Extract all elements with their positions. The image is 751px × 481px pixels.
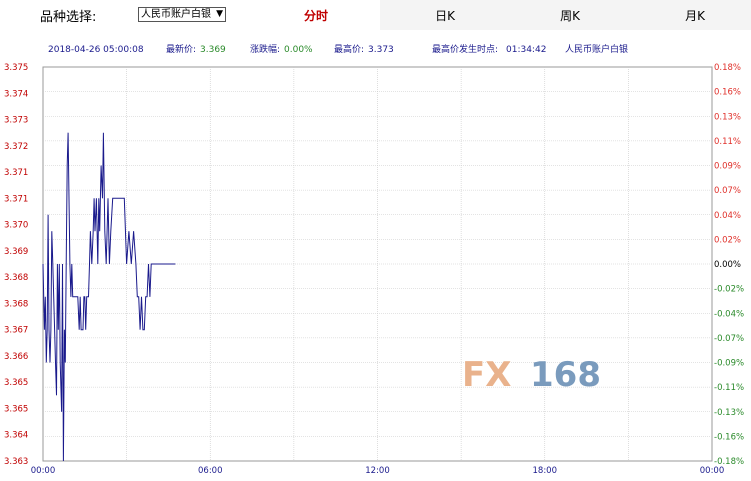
y-tick-left: 3.372 <box>4 142 28 152</box>
info-latest-label: 最新价: <box>166 43 196 55</box>
tab-monthly-k[interactable]: 月K <box>640 6 750 26</box>
y-tick-left: 3.374 <box>4 89 28 99</box>
info-latest-value: 3.369 <box>200 45 226 55</box>
top-bar: 品种选择: 人民币账户白银 ▼ 分时 日K 周K 月K <box>0 0 751 30</box>
y-tick-left: 3.364 <box>4 431 28 441</box>
watermark-num: 168 <box>530 355 601 395</box>
y-tick-left: 3.367 <box>4 326 28 336</box>
info-change-label: 涨跌幅: <box>250 43 280 55</box>
info-high-value: 3.373 <box>368 45 394 55</box>
intraday-chart: 2018-04-26 05:00:08 最新价: 3.369 涨跌幅: 0.00… <box>0 30 751 477</box>
x-tick: 00:00 <box>700 466 725 476</box>
info-high-label: 最高价: <box>334 43 364 55</box>
x-tick: 06:00 <box>198 466 223 476</box>
instrument-select-value: 人民币账户白银 <box>141 9 211 20</box>
y-tick-right: -0.07% <box>714 334 744 344</box>
tab-intraday[interactable]: 分时 <box>253 6 379 26</box>
chevron-down-icon: ▼ <box>216 9 223 19</box>
y-tick-right: 0.04% <box>714 211 741 221</box>
x-tick: 00:00 <box>31 466 56 476</box>
y-tick-right: 0.13% <box>714 112 741 122</box>
y-tick-right: 0.02% <box>714 235 741 245</box>
y-tick-left: 3.368 <box>4 299 28 309</box>
y-tick-right: 0.09% <box>714 162 741 172</box>
x-tick: 12:00 <box>365 466 390 476</box>
x-tick: 18:00 <box>533 466 558 476</box>
tab-daily-k[interactable]: 日K <box>390 6 500 26</box>
instrument-select[interactable]: 人民币账户白银 ▼ <box>138 7 226 22</box>
y-tick-right: 0.18% <box>714 63 741 73</box>
y-tick-right: -0.11% <box>714 383 744 393</box>
y-tick-left: 3.368 <box>4 273 28 283</box>
y-tick-right: -0.04% <box>714 309 744 319</box>
fx168-watermark: FX 168 <box>462 355 601 395</box>
y-tick-right: 0.16% <box>714 88 741 98</box>
y-tick-left: 3.369 <box>4 247 28 257</box>
y-tick-left: 3.363 <box>4 457 28 467</box>
instrument-selector-label: 品种选择: <box>40 10 97 25</box>
y-tick-left: 3.371 <box>4 168 28 178</box>
y-tick-right: 0.11% <box>714 137 741 147</box>
info-change-value: 0.00% <box>284 45 313 55</box>
chart-svg: 2018-04-26 05:00:08 最新价: 3.369 涨跌幅: 0.00… <box>0 30 751 477</box>
y-tick-left: 3.370 <box>4 221 28 231</box>
y-tick-right: -0.16% <box>714 432 744 442</box>
info-high-time-label: 最高价发生时点: <box>432 43 498 55</box>
watermark-fx: FX <box>462 355 511 395</box>
y-tick-right: -0.13% <box>714 408 744 418</box>
tab-weekly-k[interactable]: 周K <box>515 6 625 26</box>
y-tick-left: 3.375 <box>4 63 28 73</box>
y-tick-right: 0.00% <box>714 260 741 270</box>
y-tick-left: 3.365 <box>4 378 28 388</box>
info-instrument: 人民币账户白银 <box>565 43 628 55</box>
y-tick-left: 3.371 <box>4 194 28 204</box>
info-datetime: 2018-04-26 05:00:08 <box>48 45 144 55</box>
y-tick-left: 3.366 <box>4 352 28 362</box>
y-tick-left: 3.373 <box>4 116 28 126</box>
y-tick-right: 0.07% <box>714 186 741 196</box>
y-tick-right: -0.09% <box>714 359 744 369</box>
info-high-time-value: 01:34:42 <box>506 45 546 55</box>
y-tick-left: 3.365 <box>4 404 28 414</box>
y-tick-right: -0.02% <box>714 285 744 295</box>
